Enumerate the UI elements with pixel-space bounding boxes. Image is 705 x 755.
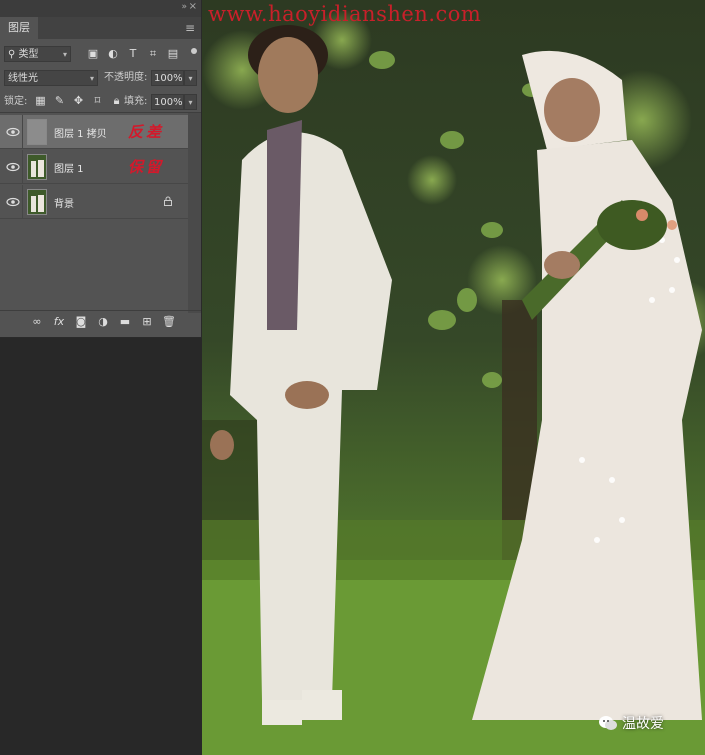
blend-row: 线性光 ▾ 不透明度: 100% ▾ [0, 68, 201, 90]
wechat-badge: 温故爱 [598, 713, 664, 733]
fx-icon[interactable]: fx [52, 315, 66, 328]
divider [22, 115, 23, 149]
fill-label: 填充: [124, 96, 148, 107]
type-filter-icon[interactable]: T [126, 47, 140, 61]
opacity-label: 不透明度: [104, 72, 148, 83]
layer-row-copy[interactable]: 图层 1 拷贝 反差 [0, 115, 188, 149]
photo-canvas[interactable]: www.haoyidianshen.com [202, 0, 705, 755]
layer-name[interactable]: 图层 1 拷贝 [54, 125, 107, 140]
tab-layers[interactable]: 图层 [0, 17, 38, 39]
scrollbar[interactable] [188, 113, 201, 313]
panel-bottom-bar: ∞ fx ◙ ◑ ▬ ⊞ 🗑︎ [0, 310, 201, 333]
layer-thumbnail [27, 189, 47, 215]
wechat-label: 温故爱 [622, 716, 664, 732]
opacity-input[interactable]: 100% [151, 70, 184, 86]
filter-kind-label: 类型 [18, 49, 39, 60]
filter-row: ⚲ 类型 ▾ ▣ ◐ T ⌗ ▤ [0, 44, 201, 66]
divider [0, 112, 201, 113]
layer-name[interactable]: 图层 1 [54, 160, 84, 175]
chevron-down-icon: ▾ [62, 50, 67, 59]
layer-row-1[interactable]: 图层 1 保留 [0, 150, 188, 184]
smart-object-filter-icon[interactable]: ▤ [166, 47, 180, 61]
collapse-icon[interactable]: » [181, 2, 187, 12]
lock-artboard-icon[interactable]: ⌑ [91, 94, 104, 108]
lock-transparent-icon[interactable]: ▦ [34, 94, 47, 108]
divider [22, 185, 23, 219]
layer-annotation: 反差 [128, 123, 165, 141]
fill-chevron-icon[interactable]: ▾ [184, 94, 197, 110]
wechat-icon [598, 715, 618, 731]
filter-toggle-icon[interactable] [191, 48, 197, 54]
opacity-chevron-icon[interactable]: ▾ [184, 70, 197, 86]
watermark-text: www.haoyidianshen.com [208, 2, 482, 26]
link-layers-icon[interactable]: ∞ [30, 315, 44, 328]
close-icon[interactable]: × [189, 1, 197, 12]
new-layer-icon[interactable]: ⊞ [140, 315, 154, 328]
adjustment-layer-icon[interactable]: ◑ [96, 315, 110, 328]
lock-position-icon[interactable]: ✥ [72, 94, 85, 108]
blend-mode-select[interactable]: 线性光 ▾ [4, 70, 98, 86]
layer-row-background[interactable]: 背景 [0, 185, 188, 219]
tab-bar: 图层 ≡ [0, 17, 201, 39]
search-icon: ⚲ [8, 49, 19, 60]
chevron-down-icon: ▾ [89, 74, 94, 83]
fill-input[interactable]: 100% [151, 94, 184, 110]
adjustment-filter-icon[interactable]: ◐ [106, 47, 120, 61]
panel-menu-icon[interactable]: ≡ [185, 21, 195, 35]
layer-annotation: 保留 [128, 158, 165, 176]
layer-thumbnail [27, 119, 47, 145]
lock-paint-icon[interactable]: ✎ [53, 94, 66, 108]
trash-icon[interactable]: 🗑︎ [162, 315, 176, 328]
divider [22, 150, 23, 184]
image-filter-icon[interactable]: ▣ [86, 47, 100, 61]
lock-label: 锁定: [4, 96, 28, 107]
lock-all-icon[interactable]: 🔒︎ [110, 94, 123, 108]
folder-icon[interactable]: ▬ [118, 315, 132, 328]
lock-icon[interactable] [163, 196, 173, 206]
layers-panel: » × 图层 ≡ ⚲ 类型 ▾ ▣ ◐ T ⌗ ▤ 线性光 ▾ 不透明度: 10… [0, 0, 202, 338]
blend-mode-label: 线性光 [8, 73, 38, 84]
layer-name[interactable]: 背景 [54, 195, 74, 210]
eye-icon[interactable] [6, 160, 20, 174]
lock-row: 锁定: ▦ ✎ ✥ ⌑ 🔒︎ 填充: 100% ▾ [0, 92, 201, 112]
filter-kind-select[interactable]: ⚲ 类型 ▾ [4, 46, 71, 62]
eye-icon[interactable] [6, 195, 20, 209]
layer-thumbnail [27, 154, 47, 180]
shape-filter-icon[interactable]: ⌗ [146, 47, 160, 61]
wedding-photo [202, 0, 705, 755]
eye-icon[interactable] [6, 125, 20, 139]
panel-title-strip: » × [0, 0, 201, 17]
layer-mask-icon[interactable]: ◙ [74, 315, 88, 328]
